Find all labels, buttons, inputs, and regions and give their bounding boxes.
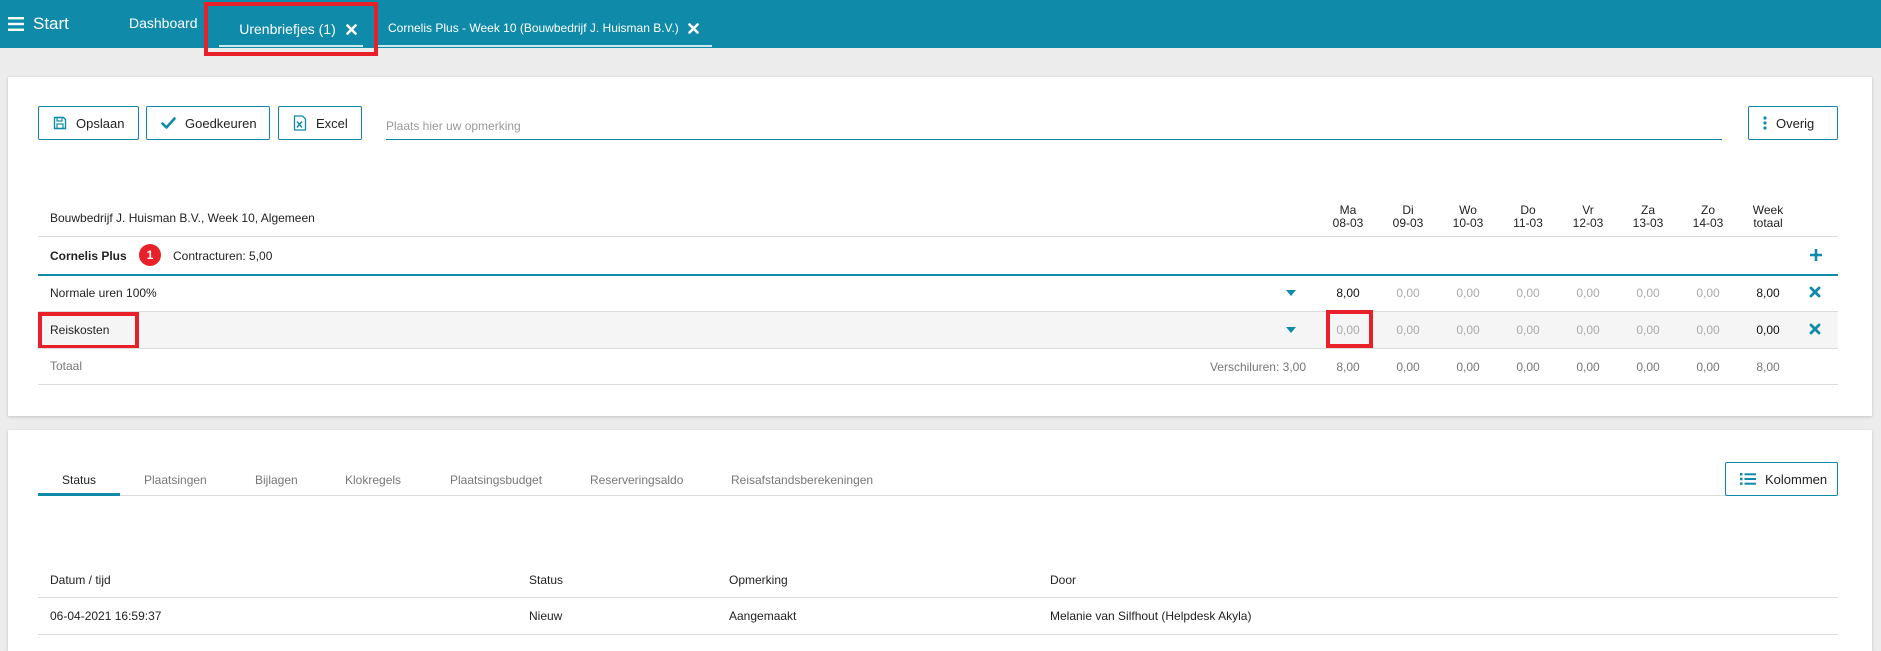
check-icon — [161, 117, 176, 129]
total-cell: 0,00 — [1636, 360, 1660, 374]
menu-button[interactable]: Start — [8, 13, 69, 35]
columns-label: Kolommen — [1765, 471, 1828, 487]
day-header-wed: Wo 10-03 — [1452, 203, 1484, 230]
divider — [38, 348, 1838, 349]
close-icon[interactable] — [687, 22, 699, 34]
tab-bijlagen[interactable]: Bijlagen — [255, 473, 298, 487]
hour-cell[interactable]: 8,00 — [1318, 286, 1378, 300]
chevron-down-icon[interactable] — [1286, 327, 1296, 333]
table-cell: 06-04-2021 16:59:37 — [50, 609, 162, 623]
tab-dashboard[interactable]: Dashboard — [129, 15, 198, 31]
column-header: Status — [529, 573, 564, 587]
contract-hours: Contracturen: 5,00 — [173, 249, 273, 263]
hour-cell[interactable]: 0,00 — [1558, 323, 1618, 337]
tab-status[interactable]: Status — [62, 473, 96, 487]
hour-cell[interactable]: 0,00 — [1618, 323, 1678, 337]
week-total-header: Week totaal — [1752, 203, 1784, 230]
detail-card — [8, 430, 1872, 651]
save-icon — [53, 116, 67, 130]
day-header-fri: Vr 12-03 — [1572, 203, 1604, 230]
divider — [38, 634, 1838, 635]
chevron-down-icon[interactable] — [1286, 290, 1296, 296]
day-header-sun: Zo 14-03 — [1692, 203, 1724, 230]
columns-button[interactable]: Kolommen — [1725, 462, 1838, 496]
highlight-box — [1326, 310, 1373, 348]
hamburger-icon — [8, 17, 24, 31]
row-total: 8,00 — [1756, 286, 1780, 300]
remark-input[interactable] — [386, 106, 1722, 140]
table-cell: Aangemaakt — [729, 609, 797, 623]
tab-plaatsingsbudget[interactable]: Plaatsingsbudget — [450, 473, 542, 487]
column-header: Opmerking — [729, 573, 788, 587]
hour-cell[interactable]: 0,00 — [1438, 286, 1498, 300]
divider — [38, 236, 1838, 237]
delete-row-icon[interactable] — [1809, 323, 1821, 335]
row-label: Normale uren 100% — [50, 286, 157, 300]
excel-button[interactable]: Excel — [278, 106, 362, 140]
total-cell: 0,00 — [1456, 360, 1480, 374]
save-label: Opslaan — [76, 115, 125, 131]
hour-cell[interactable]: 0,00 — [1438, 323, 1498, 337]
divider — [38, 384, 1838, 385]
excel-icon — [293, 115, 307, 131]
add-row-icon[interactable] — [1809, 248, 1823, 262]
column-header: Datum / tijd — [50, 573, 111, 587]
hour-cell[interactable]: 0,00 — [1678, 323, 1738, 337]
day-header-sat: Za 13-03 — [1632, 203, 1664, 230]
tab-cornelis-week[interactable]: Cornelis Plus - Week 10 (Bouwbedrijf J. … — [388, 21, 699, 35]
day-header-mon: Ma 08-03 — [1332, 203, 1364, 230]
other-label: Overig — [1776, 115, 1815, 131]
list-icon — [1740, 473, 1756, 485]
other-button[interactable]: Overig — [1748, 106, 1838, 140]
highlight-box — [38, 312, 139, 349]
highlight-box — [204, 2, 378, 56]
hour-cell[interactable]: 0,00 — [1498, 323, 1558, 337]
employee-name: Cornelis Plus — [50, 249, 127, 263]
hour-cell[interactable]: 0,00 — [1378, 323, 1438, 337]
timesheet-header-title: Bouwbedrijf J. Huisman B.V., Week 10, Al… — [50, 211, 315, 225]
tab-bar-line — [38, 495, 1731, 496]
row-total: 0,00 — [1756, 323, 1780, 337]
tab-plaatsingen[interactable]: Plaatsingen — [144, 473, 207, 487]
tab-underline — [376, 45, 712, 47]
table-cell: Nieuw — [529, 609, 563, 623]
approve-button[interactable]: Goedkeuren — [146, 106, 270, 140]
excel-label: Excel — [316, 115, 348, 131]
day-header-thu: Do 11-03 — [1513, 203, 1543, 230]
total-cell: 0,00 — [1576, 360, 1600, 374]
table-cell: Melanie van Silfhout (Helpdesk Akyla) — [1050, 609, 1252, 623]
hour-cell[interactable]: 0,00 — [1378, 286, 1438, 300]
delete-row-icon[interactable] — [1809, 286, 1821, 298]
more-vertical-icon — [1763, 116, 1767, 130]
tab-cornelis-label: Cornelis Plus - Week 10 (Bouwbedrijf J. … — [388, 21, 679, 35]
tab-reserveringsaldo[interactable]: Reserveringsaldo — [590, 473, 683, 487]
difference-hours: Verschiluren: 3,00 — [1209, 360, 1306, 374]
tab-reisafstandsberekeningen[interactable]: Reisafstandsberekeningen — [731, 473, 873, 487]
tab-klokregels[interactable]: Klokregels — [345, 473, 401, 487]
total-cell: 0,00 — [1696, 360, 1720, 374]
notification-badge: 1 — [139, 244, 161, 266]
active-tab-indicator — [38, 493, 120, 496]
total-cell: 0,00 — [1516, 360, 1540, 374]
save-button[interactable]: Opslaan — [38, 106, 139, 140]
total-cell: 8,00 — [1756, 360, 1780, 374]
approve-label: Goedkeuren — [185, 115, 257, 131]
total-cell: 0,00 — [1396, 360, 1420, 374]
total-cell: 8,00 — [1336, 360, 1360, 374]
hour-cell[interactable]: 0,00 — [1558, 286, 1618, 300]
hour-cell[interactable]: 0,00 — [1678, 286, 1738, 300]
column-header: Door — [1050, 573, 1077, 587]
hour-cell[interactable]: 0,00 — [1498, 286, 1558, 300]
divider — [38, 597, 1838, 598]
total-label: Totaal — [50, 359, 83, 373]
hour-cell[interactable]: 0,00 — [1618, 286, 1678, 300]
start-label: Start — [33, 14, 69, 33]
day-header-tue: Di 09-03 — [1392, 203, 1424, 230]
